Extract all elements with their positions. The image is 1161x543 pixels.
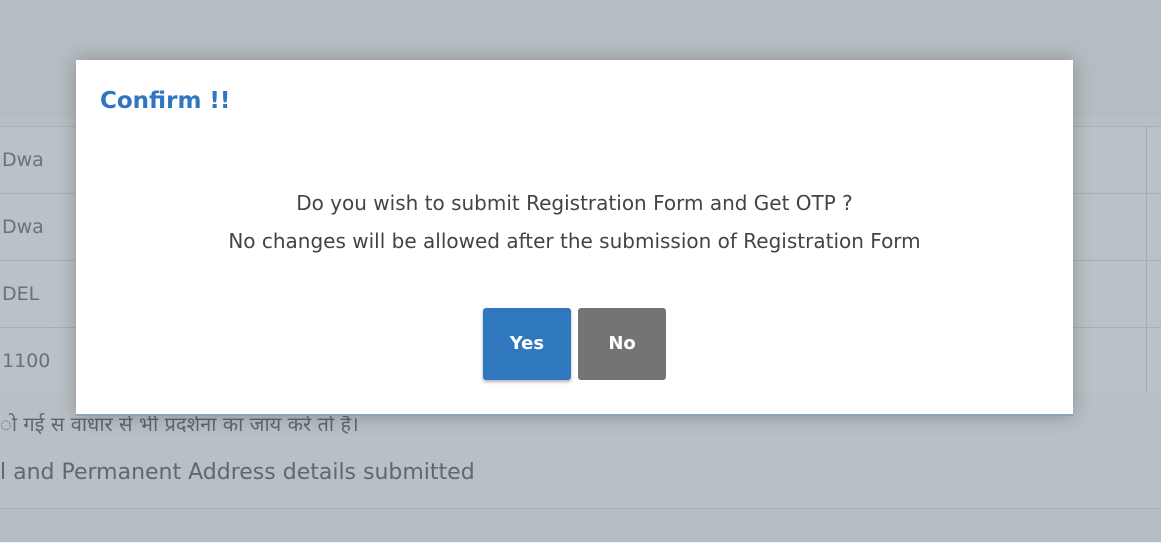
dialog-message-line2: No changes will be allowed after the sub… <box>228 229 921 253</box>
dialog-actions: Yes No <box>76 308 1073 380</box>
confirm-dialog: Confirm !! Do you wish to submit Registr… <box>76 60 1073 416</box>
dialog-message-line1: Do you wish to submit Registration Form … <box>296 191 853 215</box>
dialog-message: Do you wish to submit Registration Form … <box>76 184 1073 260</box>
dialog-title: Confirm !! <box>100 88 231 114</box>
yes-button[interactable]: Yes <box>482 308 571 380</box>
no-button[interactable]: No <box>578 308 667 380</box>
